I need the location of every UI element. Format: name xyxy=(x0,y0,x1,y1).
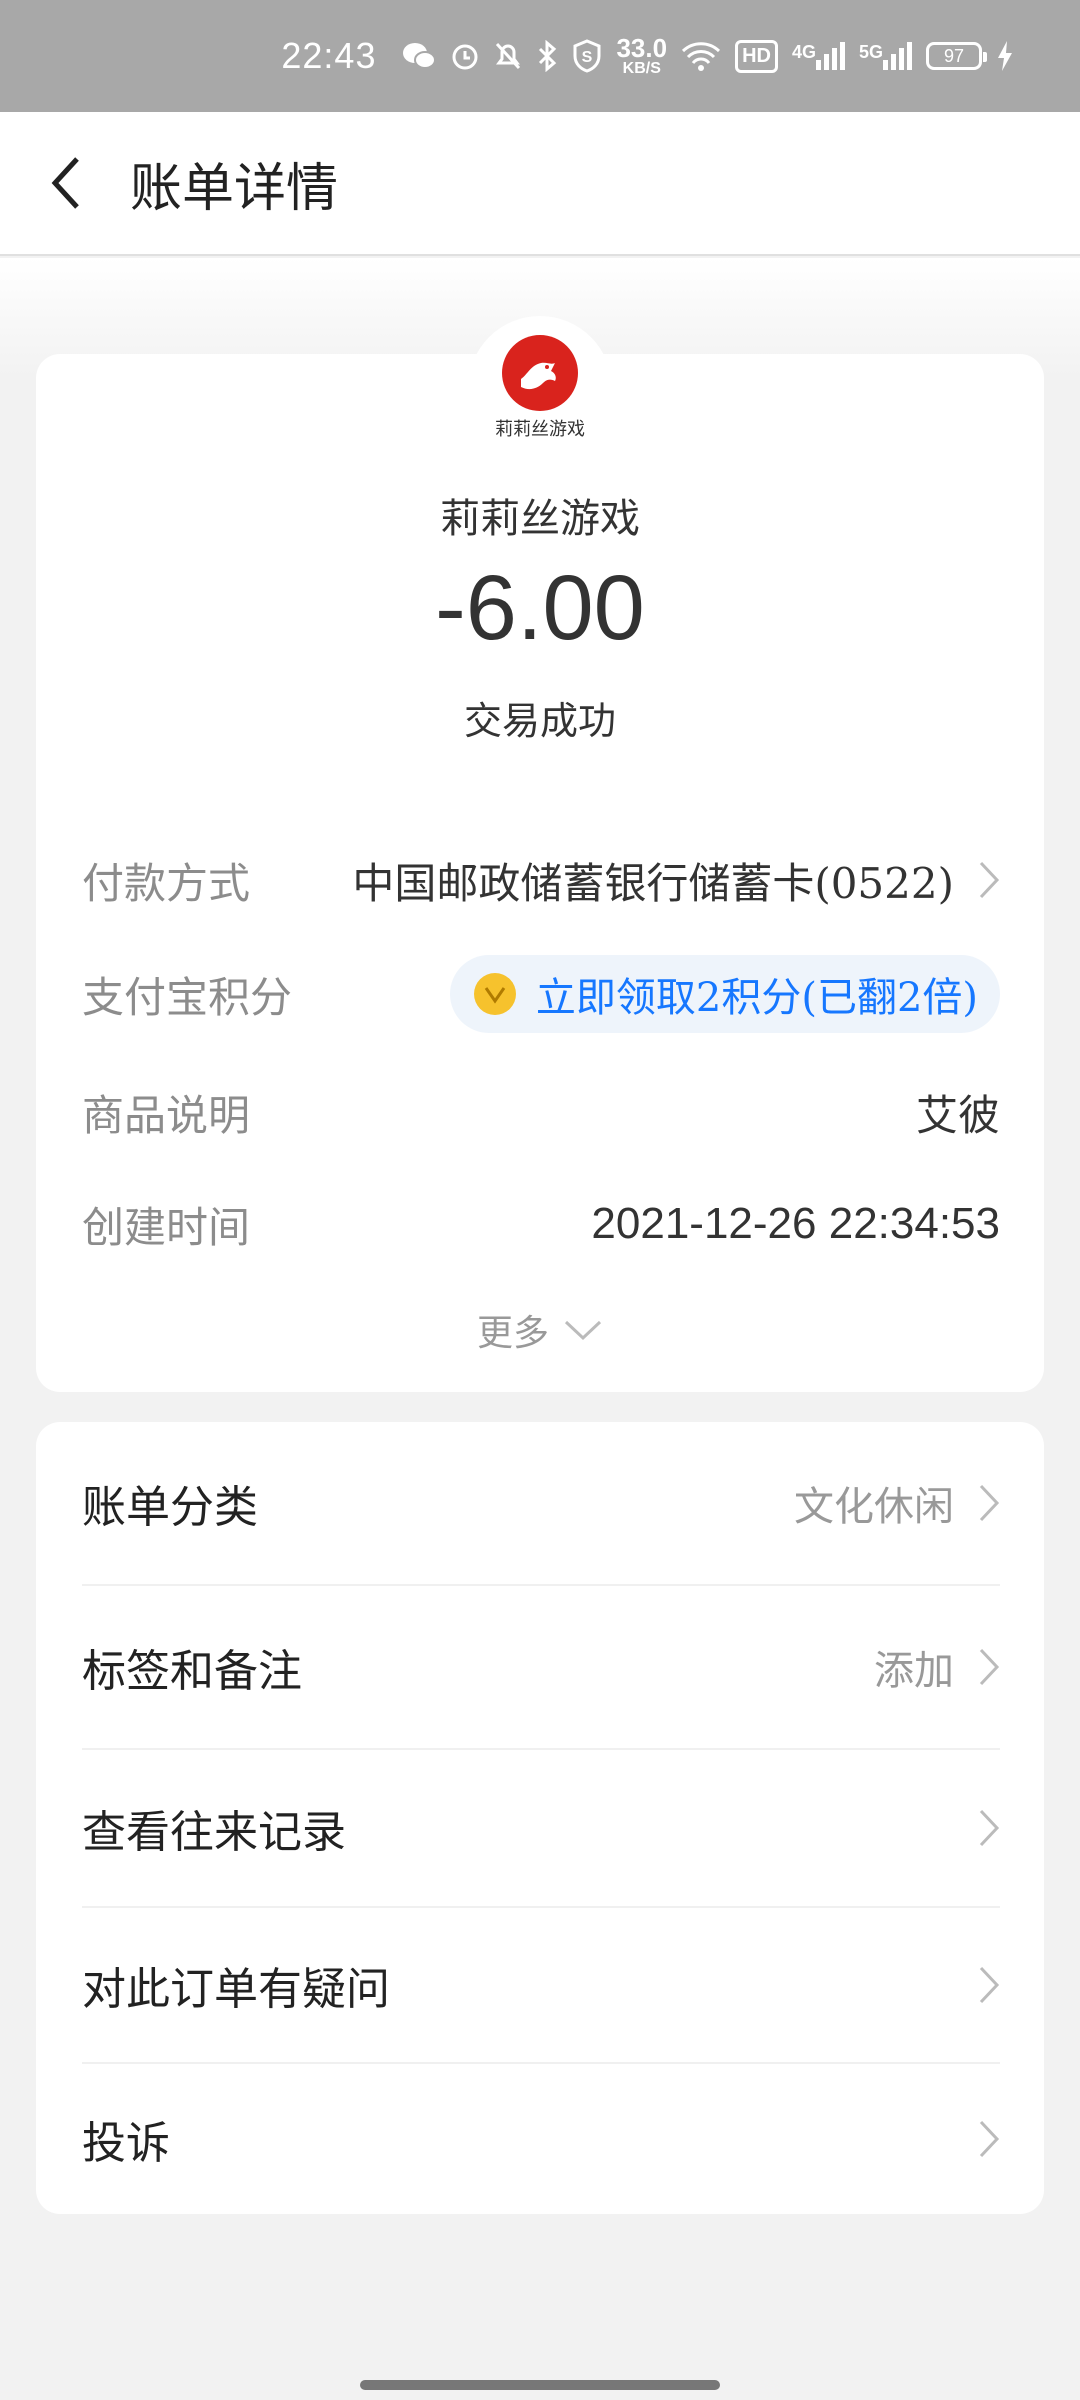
product-row: 商品说明 艾彼 xyxy=(82,1072,1000,1152)
created-time-label: 创建时间 xyxy=(82,1202,251,1252)
product-value: 艾彼 xyxy=(915,1090,1000,1140)
order-question-label: 对此订单有疑问 xyxy=(82,1964,390,2015)
coin-icon xyxy=(473,973,516,1015)
tags-notes-value-wrap: 添加 xyxy=(874,1638,1000,1696)
back-button[interactable] xyxy=(0,111,130,255)
tags-notes-item[interactable]: 标签和备注 添加 xyxy=(82,1586,1000,1750)
view-records-item[interactable]: 查看往来记录 xyxy=(82,1750,1000,1908)
alarm-icon xyxy=(450,41,480,71)
bill-category-value-wrap: 文化休闲 xyxy=(794,1474,1000,1532)
page-title: 账单详情 xyxy=(130,158,339,219)
product-label: 商品说明 xyxy=(82,1090,251,1140)
created-time-row: 创建时间 2021-12-26 22:34:53 xyxy=(82,1184,1000,1264)
payment-method-value-wrap: 中国邮政储蓄银行储蓄卡(0522) xyxy=(352,850,1000,911)
bluetooth-icon xyxy=(536,40,558,72)
bill-category-value: 文化休闲 xyxy=(794,1484,954,1530)
wifi-icon xyxy=(681,41,721,71)
svg-text:S: S xyxy=(582,49,593,66)
payment-method-row[interactable]: 付款方式 中国邮政储蓄银行储蓄卡(0522) xyxy=(82,840,1000,920)
payment-method-value: 中国邮政储蓄银行储蓄卡(0522) xyxy=(352,858,954,908)
speed-unit: KB/S xyxy=(622,60,661,77)
order-question-chevron-wrap xyxy=(954,1965,1000,2005)
bill-category-label: 账单分类 xyxy=(82,1482,258,1533)
signal-bars-icon xyxy=(883,42,912,70)
charging-icon xyxy=(996,40,1014,72)
speed-value: 33.0 xyxy=(616,33,668,63)
points-text: 立即领取2积分(已翻2倍) xyxy=(535,975,978,1021)
chevron-right-icon xyxy=(979,861,1000,899)
chevron-left-icon xyxy=(51,157,79,209)
logo-mark-icon xyxy=(502,335,578,411)
points-label: 支付宝积分 xyxy=(82,972,293,1022)
chevron-right-icon xyxy=(979,1966,1000,2004)
logo-text: 莉莉丝游戏 xyxy=(495,419,585,440)
status-time: 22:43 xyxy=(281,35,377,76)
chevron-right-icon xyxy=(979,1648,1000,1686)
chevron-right-icon xyxy=(979,1809,1000,1847)
points-row: 支付宝积分 立即领取2积分(已翻2倍) xyxy=(82,954,1000,1034)
tags-notes-label: 标签和备注 xyxy=(82,1646,302,1697)
hd-badge: HD xyxy=(735,39,778,73)
status-bar: 22:43 S 33.0 KB/S HD 4G 5G 97 xyxy=(0,0,1080,112)
battery-icon: 97 xyxy=(926,42,987,70)
complaint-item[interactable]: 投诉 xyxy=(82,2064,1000,2214)
app-header: 账单详情 xyxy=(0,112,1080,256)
wechat-icon xyxy=(402,41,437,71)
bill-category-item[interactable]: 账单分类 文化休闲 xyxy=(82,1422,1000,1586)
chevron-right-icon xyxy=(979,1484,1000,1522)
chevron-down-icon xyxy=(564,1320,602,1341)
signal-4g: 4G xyxy=(792,42,845,70)
shield-icon: S xyxy=(572,39,602,73)
tags-notes-value: 添加 xyxy=(874,1648,954,1694)
complaint-chevron-wrap xyxy=(954,2119,1000,2159)
battery-level: 97 xyxy=(943,45,965,66)
actions-card: 账单分类 文化休闲 标签和备注 添加 查看往来记录 对此订单有疑问 投诉 xyxy=(36,1422,1044,2214)
complaint-label: 投诉 xyxy=(82,2118,170,2169)
order-question-item[interactable]: 对此订单有疑问 xyxy=(82,1908,1000,2064)
view-records-chevron-wrap xyxy=(954,1808,1000,1848)
net1-label: 4G xyxy=(791,42,816,62)
merchant-logo: 莉莉丝游戏 xyxy=(468,316,612,460)
payment-method-label: 付款方式 xyxy=(82,858,251,908)
view-records-label: 查看往来记录 xyxy=(82,1807,346,1858)
transaction-amount: -6.00 xyxy=(435,557,645,659)
claim-points-button[interactable]: 立即领取2积分(已翻2倍) xyxy=(449,955,1000,1033)
chevron-right-icon xyxy=(979,2120,1000,2158)
signal-bars-icon xyxy=(815,42,845,70)
more-button[interactable]: 更多 xyxy=(36,1304,1044,1356)
more-label: 更多 xyxy=(476,1313,549,1354)
home-indicator[interactable] xyxy=(360,2380,720,2390)
created-time-value: 2021-12-26 22:34:53 xyxy=(591,1199,1000,1248)
transaction-status: 交易成功 xyxy=(463,699,616,743)
signal-5g: 5G xyxy=(859,42,912,70)
mute-bell-icon xyxy=(494,41,522,71)
merchant-name: 莉莉丝游戏 xyxy=(440,496,640,542)
net2-label: 5G xyxy=(858,42,883,62)
network-speed: 33.0 KB/S xyxy=(616,35,667,77)
